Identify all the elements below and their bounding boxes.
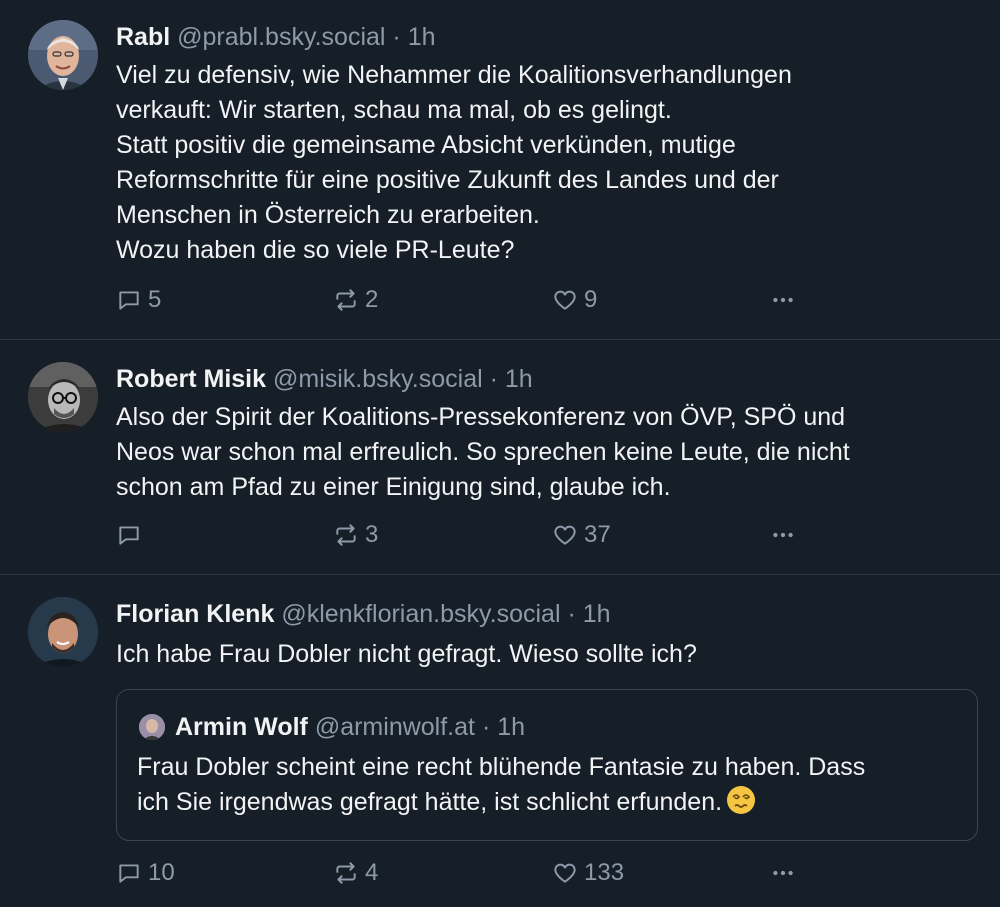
author-handle[interactable]: @misik.bsky.social xyxy=(273,365,483,393)
repost-button[interactable]: 2 xyxy=(333,284,378,316)
post[interactable]: Florian Klenk @klenkflorian.bsky.social … xyxy=(0,575,1000,907)
post-header: Rabl @prabl.bsky.social · 1h xyxy=(116,22,436,52)
avatar[interactable] xyxy=(28,20,98,90)
quoted-post-header: Armin Wolf @arminwolf.at · 1h xyxy=(175,712,525,742)
repost-count: 3 xyxy=(365,521,379,548)
more-options-button[interactable] xyxy=(770,284,802,316)
reply-count: 5 xyxy=(148,286,162,313)
like-button[interactable]: 37 xyxy=(552,519,611,551)
heart-icon xyxy=(554,863,576,883)
like-count: 9 xyxy=(584,286,598,313)
reply-button[interactable]: 10 xyxy=(116,857,175,889)
heart-icon xyxy=(554,290,576,310)
avatar[interactable] xyxy=(28,597,98,667)
post-timestamp[interactable]: 1h xyxy=(583,600,611,628)
repost-button[interactable]: 4 xyxy=(333,857,378,889)
avatar[interactable] xyxy=(28,362,98,432)
post-timestamp[interactable]: 1h xyxy=(505,365,533,393)
feed: Rabl @prabl.bsky.social · 1h Viel zu def… xyxy=(0,0,1000,907)
author-handle[interactable]: @klenkflorian.bsky.social xyxy=(281,600,560,628)
like-button[interactable]: 9 xyxy=(552,284,597,316)
ellipsis-icon xyxy=(773,532,793,538)
repost-count: 2 xyxy=(365,286,379,313)
dizzy-face-emoji-icon xyxy=(727,786,756,814)
quoted-avatar[interactable] xyxy=(139,714,165,740)
separator-dot: · xyxy=(567,600,576,628)
quoted-author-name[interactable]: Armin Wolf xyxy=(175,713,308,741)
like-button[interactable]: 133 xyxy=(552,857,624,889)
more-options-button[interactable] xyxy=(770,857,802,889)
ellipsis-icon xyxy=(773,297,793,303)
speech-bubble-icon xyxy=(119,526,139,545)
heart-icon xyxy=(554,525,576,545)
reply-button[interactable] xyxy=(116,519,148,551)
repost-count: 4 xyxy=(365,859,379,886)
quoted-post-timestamp[interactable]: 1h xyxy=(497,713,525,741)
post-header: Robert Misik @misik.bsky.social · 1h xyxy=(116,364,533,394)
more-options-button[interactable] xyxy=(770,519,802,551)
speech-bubble-icon xyxy=(119,864,139,883)
quoted-post-text: Frau Dobler scheint eine recht blühende … xyxy=(137,750,967,820)
separator-dot: · xyxy=(392,23,401,51)
author-name[interactable]: Rabl xyxy=(116,23,170,51)
author-handle[interactable]: @prabl.bsky.social xyxy=(177,23,385,51)
like-count: 133 xyxy=(584,859,625,886)
author-name[interactable]: Robert Misik xyxy=(116,365,266,393)
reply-button[interactable]: 5 xyxy=(116,284,161,316)
post-header: Florian Klenk @klenkflorian.bsky.social … xyxy=(116,599,611,629)
quoted-author-handle[interactable]: @arminwolf.at xyxy=(315,713,475,741)
post-actions: 3 37 xyxy=(116,519,816,551)
author-name[interactable]: Florian Klenk xyxy=(116,600,274,628)
post-text: Viel zu defensiv, wie Nehammer die Koali… xyxy=(116,61,792,264)
separator-dot: · xyxy=(489,365,498,393)
repost-arrows-icon xyxy=(336,524,356,546)
post-text: Ich habe Frau Dobler nicht gefragt. Wies… xyxy=(116,640,697,668)
like-count: 37 xyxy=(584,521,611,548)
speech-bubble-icon xyxy=(119,291,139,310)
reply-count: 10 xyxy=(148,859,175,886)
post-actions: 10 4 133 xyxy=(116,857,816,889)
ellipsis-icon xyxy=(773,870,793,876)
post[interactable]: Robert Misik @misik.bsky.social · 1h Als… xyxy=(0,340,1000,574)
separator-dot: · xyxy=(481,713,491,741)
post-timestamp[interactable]: 1h xyxy=(408,23,436,51)
quoted-post[interactable]: Armin Wolf @arminwolf.at · 1h Frau Doble… xyxy=(116,689,978,841)
repost-arrows-icon xyxy=(336,289,356,311)
post-actions: 5 2 9 xyxy=(116,284,816,316)
repost-button[interactable]: 3 xyxy=(333,519,378,551)
post[interactable]: Rabl @prabl.bsky.social · 1h Viel zu def… xyxy=(0,0,1000,339)
repost-arrows-icon xyxy=(336,862,356,884)
post-text: Also der Spirit der Koalitions-Pressekon… xyxy=(116,403,850,501)
